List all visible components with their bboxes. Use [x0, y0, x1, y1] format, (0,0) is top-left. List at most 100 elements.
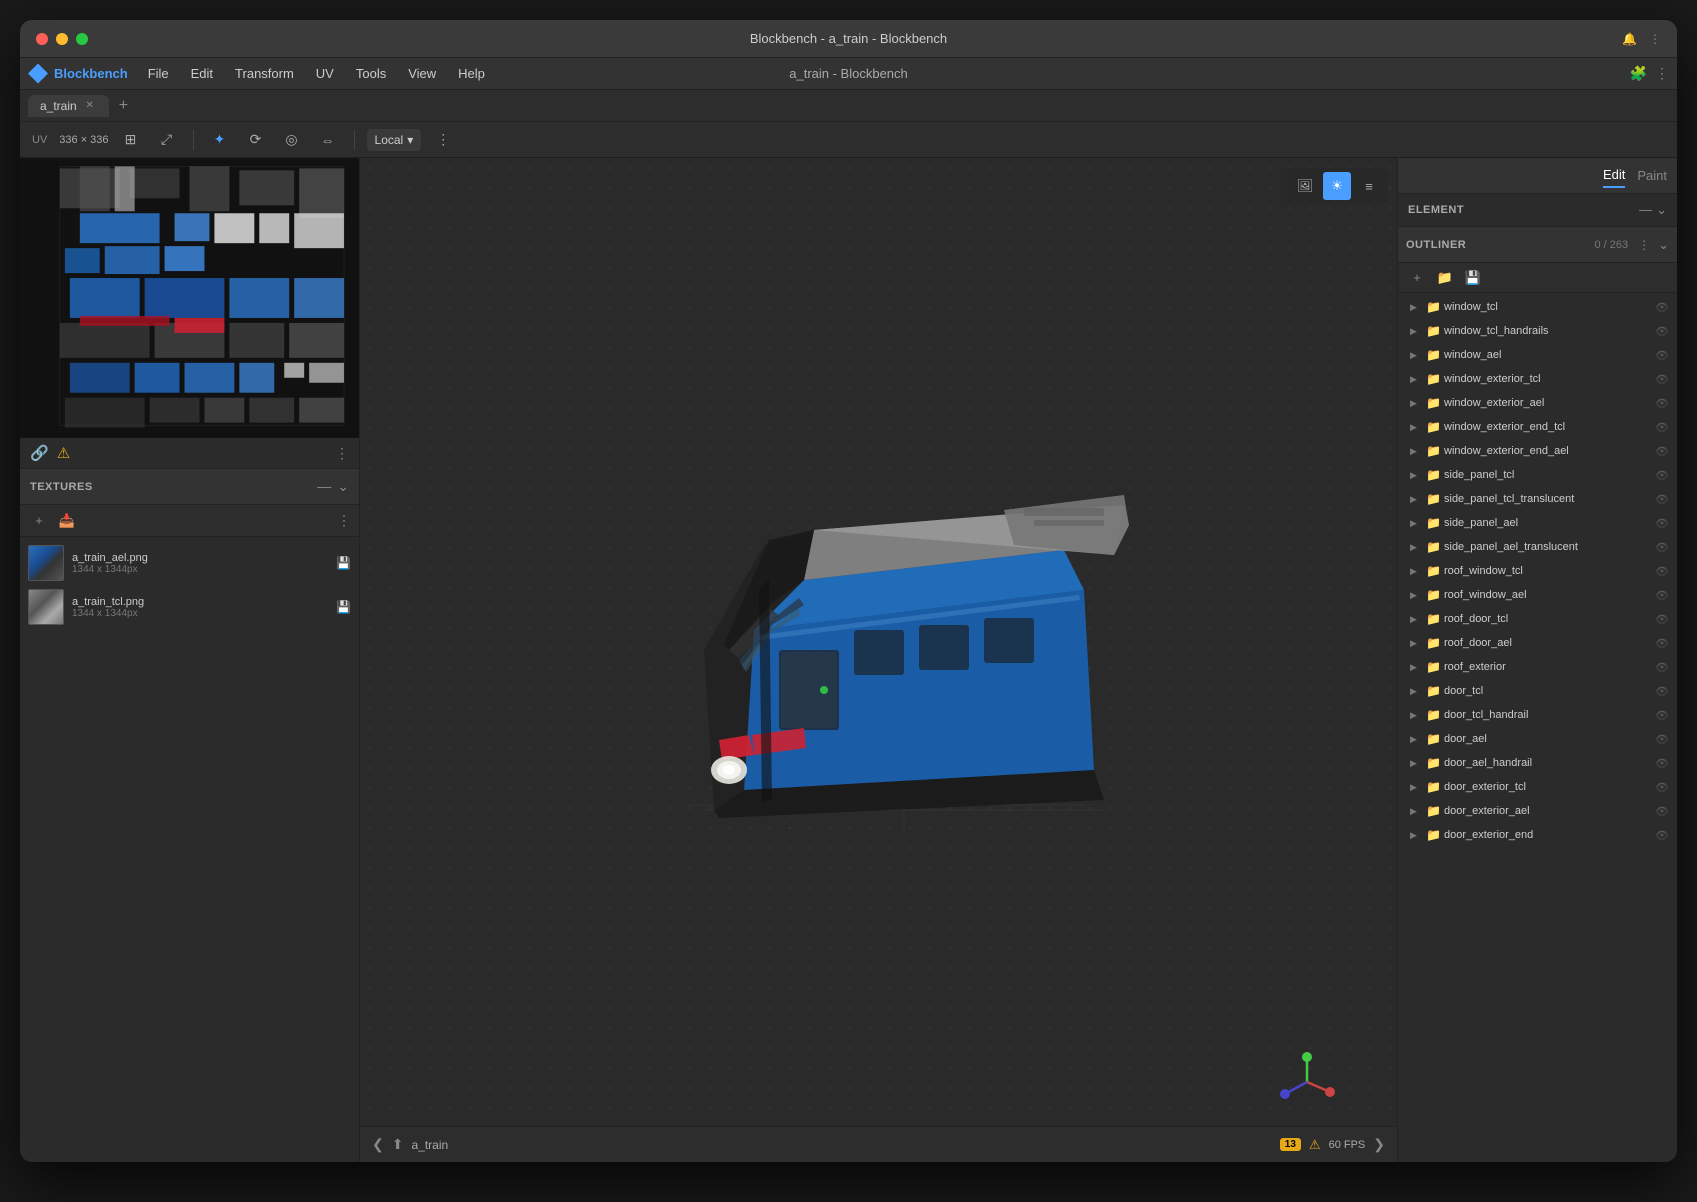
add-group-btn[interactable]: +	[1406, 267, 1428, 289]
eye-icon-0[interactable]: 👁	[1655, 301, 1669, 314]
tab-a-train[interactable]: a_train ✕	[28, 95, 109, 117]
textures-more[interactable]: ⋮	[337, 512, 351, 529]
outliner-item-19[interactable]: ▶ 📁 door_ael_handrail 👁	[1398, 751, 1677, 775]
outliner-item-15[interactable]: ▶ 📁 roof_exterior 👁	[1398, 655, 1677, 679]
warning-icon[interactable]: ⚠	[57, 444, 70, 462]
texture-item-tcl[interactable]: a_train_tcl.png 1344 x 1344px 💾	[20, 585, 359, 629]
eye-icon-19[interactable]: 👁	[1655, 757, 1669, 770]
outliner-more[interactable]: ⋮	[1638, 238, 1650, 252]
flip-tool[interactable]: ⇔	[314, 126, 342, 154]
rotate-tool[interactable]: ⟳	[242, 126, 270, 154]
outliner-item-1[interactable]: ▶ 📁 window_tcl_handrails 👁	[1398, 319, 1677, 343]
outliner-item-5[interactable]: ▶ 📁 window_exterior_end_tcl 👁	[1398, 415, 1677, 439]
eye-icon-16[interactable]: 👁	[1655, 685, 1669, 698]
close-button[interactable]	[36, 33, 48, 45]
notification-icon[interactable]: 🔔	[1622, 32, 1637, 46]
eye-icon-21[interactable]: 👁	[1655, 805, 1669, 818]
eye-icon-15[interactable]: 👁	[1655, 661, 1669, 674]
menu-edit[interactable]: Edit	[181, 62, 223, 85]
outliner-item-18[interactable]: ▶ 📁 door_ael 👁	[1398, 727, 1677, 751]
pivot-tool[interactable]: ◎	[278, 126, 306, 154]
eye-icon-7[interactable]: 👁	[1655, 469, 1669, 482]
texture-item-ael[interactable]: a_train_ael.png 1344 x 1344px 💾	[20, 541, 359, 585]
maximize-button[interactable]	[76, 33, 88, 45]
tab-paint[interactable]: Paint	[1637, 164, 1667, 187]
menu-file[interactable]: File	[138, 62, 179, 85]
eye-icon-12[interactable]: 👁	[1655, 589, 1669, 602]
expand-icon[interactable]: ⤢	[153, 126, 181, 154]
outliner-item-2[interactable]: ▶ 📁 window_ael 👁	[1398, 343, 1677, 367]
local-dropdown[interactable]: Local ▾	[367, 129, 422, 151]
eye-icon-11[interactable]: 👁	[1655, 565, 1669, 578]
eye-icon-14[interactable]: 👁	[1655, 637, 1669, 650]
outliner-item-4[interactable]: ▶ 📁 window_exterior_ael 👁	[1398, 391, 1677, 415]
menu-tools[interactable]: Tools	[346, 62, 396, 85]
eye-icon-8[interactable]: 👁	[1655, 493, 1669, 506]
eye-icon-6[interactable]: 👁	[1655, 445, 1669, 458]
outliner-item-0[interactable]: ▶ 📁 window_tcl 👁	[1398, 295, 1677, 319]
import-texture-btn[interactable]: 📥	[56, 510, 78, 532]
viewport-3d-btn[interactable]: ☀	[1323, 172, 1351, 200]
eye-icon-18[interactable]: 👁	[1655, 733, 1669, 746]
save-outliner-btn[interactable]: 💾	[1462, 267, 1484, 289]
tab-edit[interactable]: Edit	[1603, 163, 1625, 188]
resize-icon[interactable]: ⊞	[117, 126, 145, 154]
textures-collapse[interactable]: —	[317, 478, 331, 495]
minimize-button[interactable]	[56, 33, 68, 45]
eye-icon-13[interactable]: 👁	[1655, 613, 1669, 626]
outliner-item-20[interactable]: ▶ 📁 door_exterior_tcl 👁	[1398, 775, 1677, 799]
eye-icon-17[interactable]: 👁	[1655, 709, 1669, 722]
settings-icon[interactable]: ⋮	[1655, 65, 1669, 82]
outliner-item-16[interactable]: ▶ 📁 door_tcl 👁	[1398, 679, 1677, 703]
next-tab[interactable]: ❯	[1373, 1136, 1385, 1153]
outliner-item-21[interactable]: ▶ 📁 door_exterior_ael 👁	[1398, 799, 1677, 823]
outliner-item-7[interactable]: ▶ 📁 side_panel_tcl 👁	[1398, 463, 1677, 487]
add-texture-btn[interactable]: +	[28, 510, 50, 532]
tab-close-button[interactable]: ✕	[83, 99, 97, 113]
more-options[interactable]: ⋮	[429, 126, 457, 154]
outliner-item-8[interactable]: ▶ 📁 side_panel_tcl_translucent 👁	[1398, 487, 1677, 511]
puzzle-icon[interactable]: 🧩	[1630, 65, 1647, 82]
eye-icon-2[interactable]: 👁	[1655, 349, 1669, 362]
outliner-item-3[interactable]: ▶ 📁 window_exterior_tcl 👁	[1398, 367, 1677, 391]
outliner-item-6[interactable]: ▶ 📁 window_exterior_end_ael 👁	[1398, 439, 1677, 463]
outliner-item-9[interactable]: ▶ 📁 side_panel_ael 👁	[1398, 511, 1677, 535]
outliner-item-13[interactable]: ▶ 📁 roof_door_tcl 👁	[1398, 607, 1677, 631]
eye-icon-5[interactable]: 👁	[1655, 421, 1669, 434]
warning-count[interactable]: 13	[1280, 1138, 1301, 1151]
eye-icon-20[interactable]: 👁	[1655, 781, 1669, 794]
outliner-item-17[interactable]: ▶ 📁 door_tcl_handrail 👁	[1398, 703, 1677, 727]
eye-icon-22[interactable]: 👁	[1655, 829, 1669, 842]
menu-transform[interactable]: Transform	[225, 62, 304, 85]
menu-view[interactable]: View	[398, 62, 446, 85]
eye-icon-10[interactable]: 👁	[1655, 541, 1669, 554]
prev-tab[interactable]: ❮	[372, 1136, 384, 1153]
texture-save-tcl[interactable]: 💾	[336, 600, 351, 614]
tab-add-button[interactable]: +	[113, 97, 134, 115]
outliner-item-11[interactable]: ▶ 📁 roof_window_tcl 👁	[1398, 559, 1677, 583]
element-expand[interactable]: ⌄	[1656, 202, 1667, 218]
outliner-item-12[interactable]: ▶ 📁 roof_window_ael 👁	[1398, 583, 1677, 607]
eye-icon-1[interactable]: 👁	[1655, 325, 1669, 338]
outliner-item-10[interactable]: ▶ 📁 side_panel_ael_translucent 👁	[1398, 535, 1677, 559]
outliner-expand[interactable]: ⌄	[1658, 237, 1669, 253]
outliner-item-14[interactable]: ▶ 📁 roof_door_ael 👁	[1398, 631, 1677, 655]
textures-expand[interactable]: ⌄	[337, 478, 349, 495]
link-icon[interactable]: 🔗	[30, 444, 49, 462]
outliner-item-22[interactable]: ▶ 📁 door_exterior_end 👁	[1398, 823, 1677, 847]
menu-uv[interactable]: UV	[306, 62, 344, 85]
panel-more[interactable]: ⋮	[335, 445, 349, 462]
move-tool[interactable]: ✦	[206, 126, 234, 154]
eye-icon-3[interactable]: 👁	[1655, 373, 1669, 386]
eye-icon-9[interactable]: 👁	[1655, 517, 1669, 530]
menu-help[interactable]: Help	[448, 62, 495, 85]
texture-save-ael[interactable]: 💾	[336, 556, 351, 570]
viewport-image-btn[interactable]: 🖼	[1291, 172, 1319, 200]
element-collapse[interactable]: —	[1639, 202, 1652, 218]
viewport[interactable]: 🖼 ☀ ≡	[360, 158, 1397, 1162]
export-icon[interactable]: ⬆	[392, 1136, 404, 1153]
eye-icon-4[interactable]: 👁	[1655, 397, 1669, 410]
more-icon[interactable]: ⋮	[1649, 32, 1661, 46]
viewport-menu-btn[interactable]: ≡	[1355, 172, 1383, 200]
add-folder-btn[interactable]: 📁	[1434, 267, 1456, 289]
